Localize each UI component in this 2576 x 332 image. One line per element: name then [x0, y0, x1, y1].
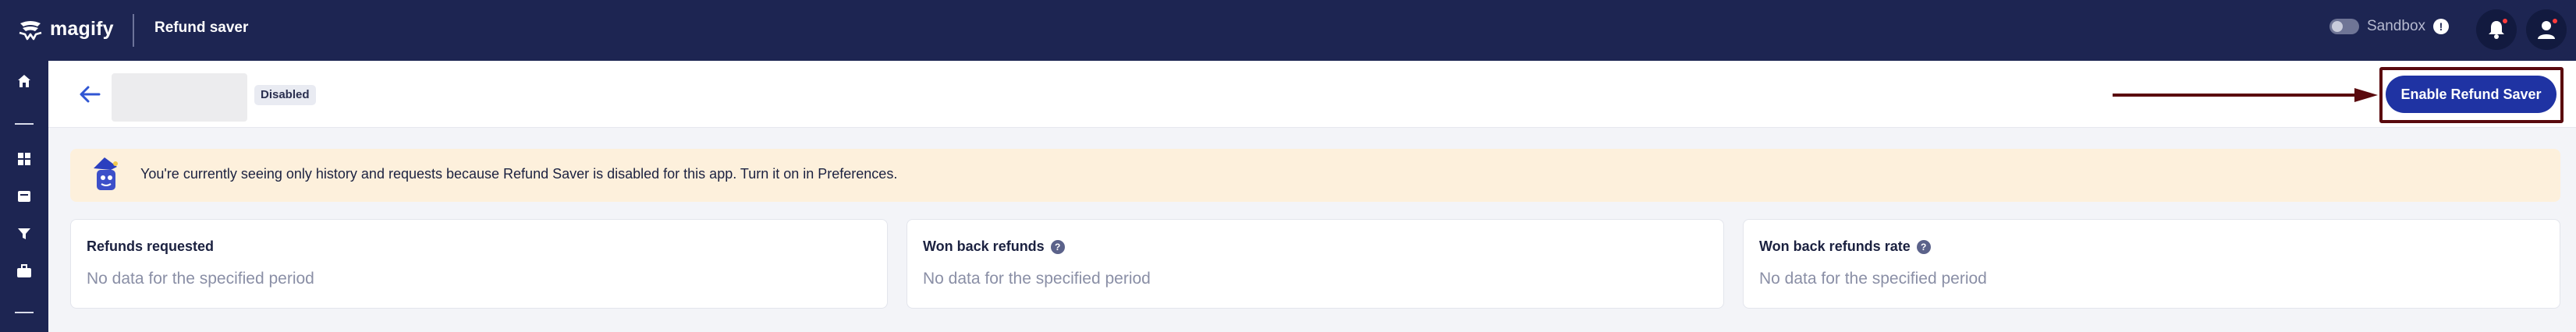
help-icon[interactable]: ?: [1050, 239, 1065, 254]
sidebar: [0, 61, 48, 332]
card-title: Refunds requested: [87, 238, 214, 255]
sandbox-toggle[interactable]: [2329, 19, 2359, 34]
info-icon[interactable]: !: [2433, 19, 2450, 34]
card-title: Won back refunds ?: [923, 238, 1065, 255]
dashboard-icon[interactable]: [15, 150, 34, 168]
notification-dot: [2501, 17, 2509, 25]
banner-message: You're currently seeing only history and…: [140, 166, 898, 182]
enable-refund-saver-button[interactable]: Enable Refund Saver: [2386, 76, 2556, 113]
card-title: Won back refunds rate ?: [1759, 238, 1931, 255]
toggle-knob: [2332, 21, 2343, 32]
help-icon[interactable]: ?: [1916, 239, 1931, 254]
app-icon-placeholder: [112, 73, 247, 122]
brand-logo[interactable]: magify: [17, 17, 114, 41]
status-badge: Disabled: [254, 85, 316, 105]
brand-name: magify: [50, 17, 114, 40]
sandbox-toggle-group: Sandbox !: [2329, 18, 2450, 35]
card-title-text: Won back refunds: [923, 238, 1045, 254]
back-arrow-icon[interactable]: [78, 84, 101, 104]
top-bar: magify Refund saver Sandbox !: [0, 0, 2576, 61]
card-empty-state: No data for the specified period: [1759, 270, 1987, 288]
profile-dot: [2551, 17, 2559, 25]
sidebar-divider: [15, 123, 34, 125]
card-empty-state: No data for the specified period: [87, 270, 314, 288]
notifications-button[interactable]: [2476, 9, 2517, 50]
sandbox-label: Sandbox: [2367, 18, 2426, 34]
card-title-text: Won back refunds rate: [1759, 238, 1911, 254]
card-won-back-refunds-rate: Won back refunds rate ? No data for the …: [1743, 219, 2560, 309]
card-title-text: Refunds requested: [87, 238, 215, 254]
card-empty-state: No data for the specified period: [923, 270, 1151, 288]
filter-icon[interactable]: [15, 224, 34, 243]
app-title: Refund saver: [154, 19, 249, 36]
card-won-back-refunds: Won back refunds ? No data for the speci…: [907, 219, 1724, 309]
title-divider: [133, 14, 134, 47]
briefcase-icon[interactable]: [15, 262, 34, 281]
inventory-icon[interactable]: [15, 187, 34, 206]
magify-logo-icon: [19, 21, 42, 41]
home-icon[interactable]: [15, 72, 34, 90]
annotation-arrow: [2113, 88, 2378, 102]
card-refunds-requested: Refunds requested No data for the specif…: [70, 219, 888, 309]
sidebar-divider-bottom: [15, 312, 34, 313]
wizard-mascot-icon: [94, 157, 118, 190]
profile-button[interactable]: [2526, 9, 2567, 50]
